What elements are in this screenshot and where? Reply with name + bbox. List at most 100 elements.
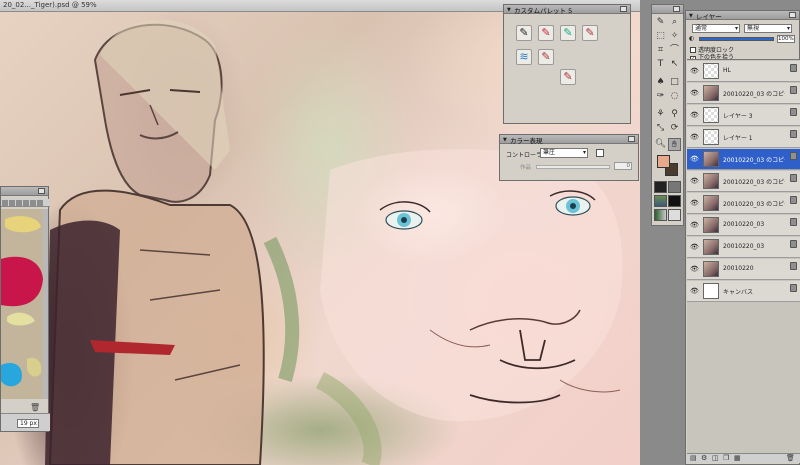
crop-tool-icon[interactable]: ⌗: [654, 44, 667, 57]
layer-lock-icon[interactable]: [790, 240, 797, 248]
visibility-eye-icon[interactable]: 👁︎: [690, 67, 699, 75]
brush-variant-button[interactable]: ≋: [516, 49, 532, 65]
layer-row[interactable]: 👁︎ 20010220_03 のコピー: [687, 149, 800, 170]
visibility-eye-icon[interactable]: 👁︎: [690, 221, 699, 229]
visibility-eye-icon[interactable]: 👁︎: [690, 287, 699, 295]
tool-palette-header[interactable]: [652, 5, 683, 14]
layer-row[interactable]: 👁︎ 20010220_03 のコピー: [687, 171, 800, 192]
layer-lock-icon[interactable]: [790, 196, 797, 204]
visibility-eye-icon[interactable]: 👁︎: [690, 133, 699, 141]
nozzle-thumb[interactable]: [654, 209, 667, 221]
rotate-page-icon[interactable]: ⟳: [668, 122, 681, 135]
layer-lock-icon[interactable]: [790, 284, 797, 292]
layer-lock-icon[interactable]: [790, 218, 797, 226]
layer-row[interactable]: 👁︎ レイヤー 3: [687, 105, 800, 126]
layer-row[interactable]: 👁︎ キャンバス: [687, 281, 800, 302]
eyedropper-icon[interactable]: ⤡: [654, 122, 667, 135]
layer-lock-icon[interactable]: [790, 262, 797, 270]
color-set-panel-header[interactable]: [1, 187, 48, 196]
visibility-eye-icon[interactable]: 👁︎: [690, 177, 699, 185]
grabber-hand-icon[interactable]: ✋︎: [668, 138, 681, 151]
layer-row[interactable]: 👁︎ 20010220_03: [687, 215, 800, 236]
shape-pen-icon[interactable]: ♠: [654, 76, 667, 89]
brush-variant-button[interactable]: ✎: [516, 25, 532, 41]
pattern-thumb[interactable]: [668, 181, 681, 193]
close-icon[interactable]: [673, 6, 680, 12]
brush-variant-button[interactable]: ✎: [538, 49, 554, 65]
close-icon[interactable]: [628, 136, 635, 142]
visibility-eye-icon[interactable]: 👁︎: [690, 199, 699, 207]
layer-lock-icon[interactable]: [790, 108, 797, 116]
layer-commands-icon[interactable]: ▤: [690, 454, 697, 462]
trash-icon[interactable]: 🗑: [786, 454, 795, 462]
collapse-triangle-icon[interactable]: ▼: [503, 137, 507, 143]
color-tool-icon[interactable]: [23, 200, 29, 206]
layer-lock-icon[interactable]: [790, 86, 797, 94]
gradient-thumb[interactable]: [654, 195, 667, 207]
opacity-slider[interactable]: [699, 37, 774, 41]
weave-thumb[interactable]: [668, 195, 681, 207]
brush-tool-icon[interactable]: ✎: [654, 16, 667, 29]
custom-palette-header[interactable]: ▼ カスタムパレット 5: [504, 5, 630, 15]
group-icon[interactable]: ▦: [734, 454, 741, 462]
layer-row[interactable]: 👁︎ HL: [687, 61, 800, 82]
brush-variant-button[interactable]: ✎: [560, 25, 576, 41]
collapse-triangle-icon[interactable]: ▼: [507, 7, 511, 13]
brush-size-field[interactable]: 19 px: [17, 419, 39, 428]
close-icon[interactable]: [789, 12, 796, 18]
text-tool-icon[interactable]: T: [654, 58, 667, 71]
look-thumb[interactable]: [668, 209, 681, 221]
color-tool-icon[interactable]: [37, 200, 43, 206]
visibility-eye-icon[interactable]: 👁︎: [690, 155, 699, 163]
lasso-tool-icon[interactable]: ⌒: [668, 44, 681, 57]
color-mixer-scrollbar[interactable]: [43, 209, 48, 399]
magnifier-icon[interactable]: 🔍︎: [654, 138, 667, 151]
ellipse-tool-icon[interactable]: ◌: [668, 90, 681, 103]
dropper-tool-icon[interactable]: ⌕: [668, 16, 681, 29]
layer-panel-header[interactable]: ▼ レイヤー: [686, 11, 799, 21]
blend-mode-select[interactable]: 通常: [692, 24, 740, 33]
visibility-eye-icon[interactable]: 👁︎: [690, 243, 699, 251]
color-tool-icon[interactable]: [16, 200, 22, 206]
color-tool-icon[interactable]: [2, 200, 8, 206]
selection-tool-icon[interactable]: ⬚: [654, 30, 667, 43]
trash-icon[interactable]: 🗑: [30, 403, 40, 412]
layer-lock-icon[interactable]: [790, 152, 797, 160]
visibility-eye-icon[interactable]: 👁︎: [690, 89, 699, 97]
layer-lock-icon[interactable]: [790, 130, 797, 138]
brush-variant-button[interactable]: ✎: [560, 69, 576, 85]
color-expression-header[interactable]: ▼ カラー表現: [500, 135, 638, 145]
brush-variant-button[interactable]: ✎: [538, 25, 554, 41]
paper-thumb[interactable]: [654, 181, 667, 193]
paint-bucket-icon[interactable]: ⚲: [668, 108, 681, 121]
dynamic-plugins-icon[interactable]: ⚙: [701, 454, 707, 462]
close-icon[interactable]: [620, 6, 627, 12]
magic-wand-icon[interactable]: ✧: [668, 30, 681, 43]
color-tool-icon[interactable]: [30, 200, 36, 206]
pen-path-icon[interactable]: ✑: [654, 90, 667, 103]
layer-mask-icon[interactable]: ◫: [712, 454, 719, 462]
param-slider[interactable]: [536, 165, 610, 169]
collapse-triangle-icon[interactable]: ▼: [689, 13, 693, 19]
brush-variant-button[interactable]: ✎: [582, 25, 598, 41]
close-icon[interactable]: [38, 188, 45, 194]
rectangle-tool-icon[interactable]: □: [668, 76, 681, 89]
new-layer-icon[interactable]: ❐: [723, 454, 729, 462]
layer-lock-icon[interactable]: [790, 64, 797, 72]
visibility-eye-icon[interactable]: 👁︎: [690, 111, 699, 119]
clone-tool-icon[interactable]: ⚘: [654, 108, 667, 121]
layer-row[interactable]: 👁︎ 20010220_03 のコピー: [687, 193, 800, 214]
layer-row[interactable]: 👁︎ 20010220: [687, 259, 800, 280]
param-value[interactable]: 0: [614, 162, 632, 170]
color-mixer-area[interactable]: [1, 209, 45, 399]
opacity-value[interactable]: 100%: [777, 35, 795, 43]
controller-select[interactable]: 筆圧: [540, 148, 588, 158]
visibility-eye-icon[interactable]: 👁︎: [690, 265, 699, 273]
main-color-swatch[interactable]: [657, 155, 670, 168]
layer-lock-icon[interactable]: [790, 174, 797, 182]
layer-row[interactable]: 👁︎ 20010220_03: [687, 237, 800, 258]
paper-texture-select[interactable]: 無視: [744, 24, 792, 33]
layer-row[interactable]: 👁︎ 20010220_03 のコピー 2: [687, 83, 800, 104]
color-tool-icon[interactable]: [9, 200, 15, 206]
layer-row[interactable]: 👁︎ レイヤー 1: [687, 127, 800, 148]
